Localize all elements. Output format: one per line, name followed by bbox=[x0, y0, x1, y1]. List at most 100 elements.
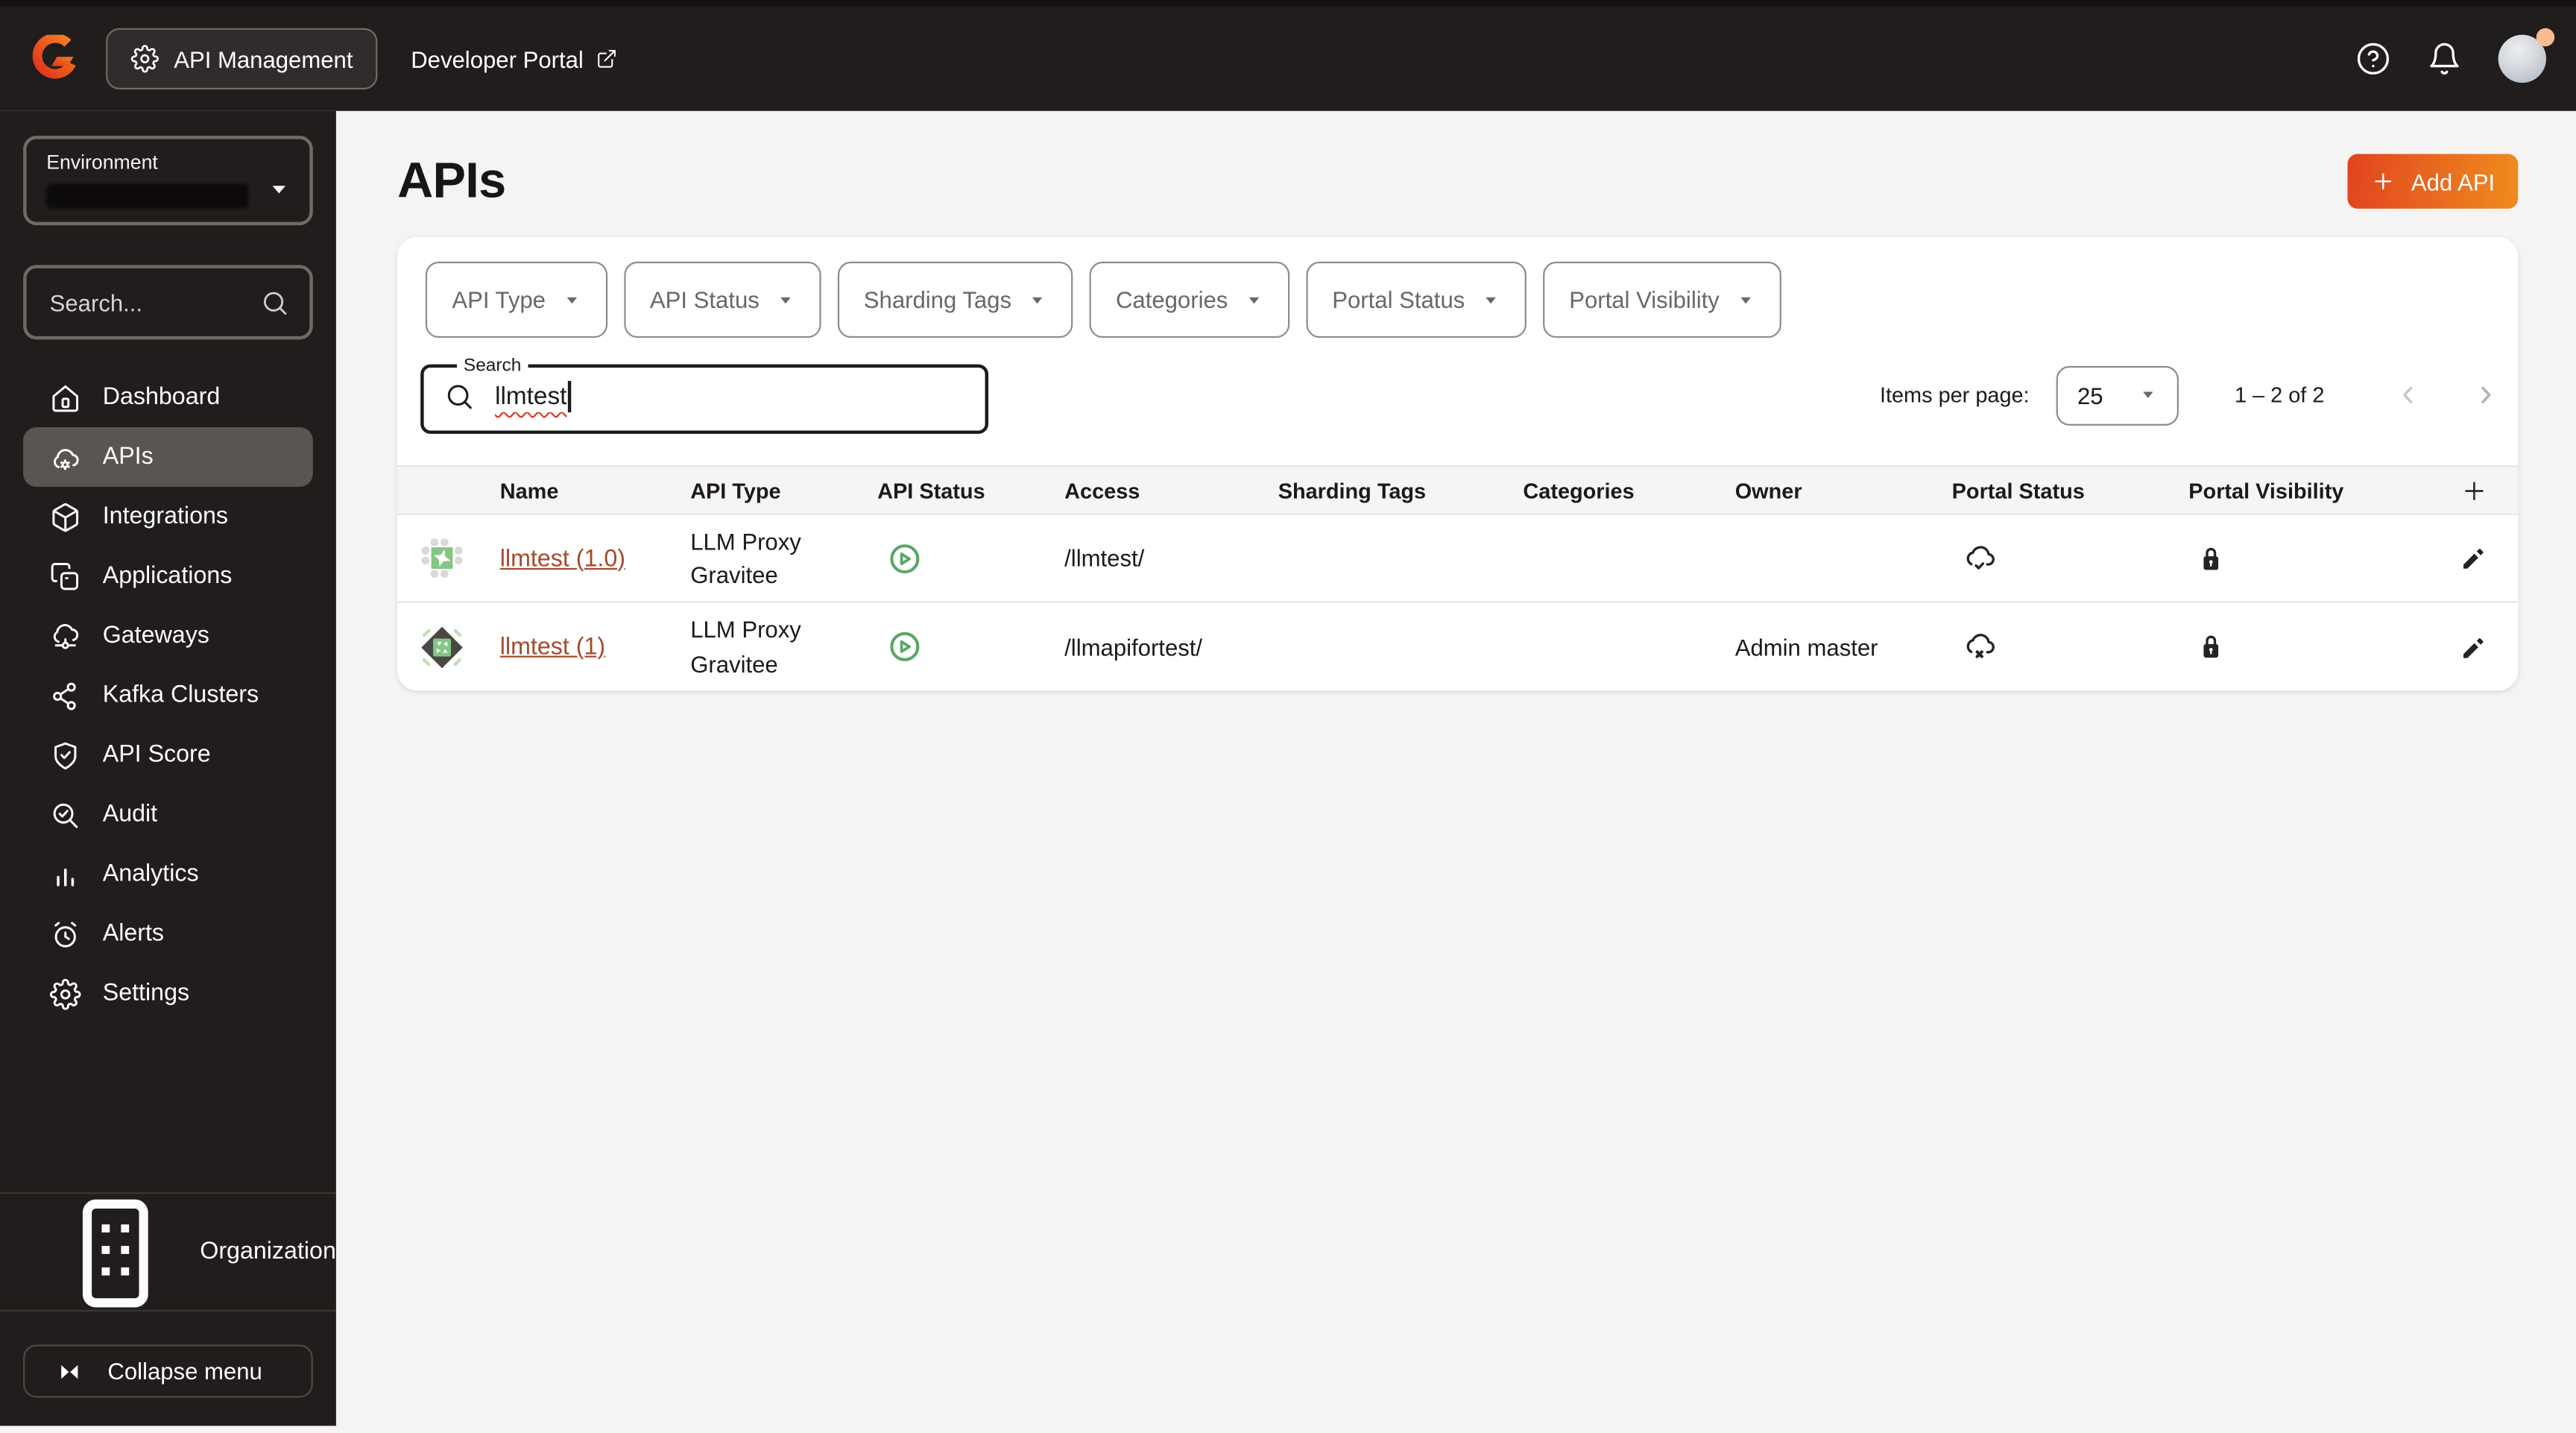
topbar-actions bbox=[2356, 28, 2555, 84]
sidebar-search-input[interactable] bbox=[46, 287, 247, 318]
api-picture-sparkle-icon bbox=[421, 538, 463, 578]
environment-selector[interactable]: Environment bbox=[23, 136, 313, 226]
sidebar-item-organization[interactable]: Organization bbox=[0, 1194, 336, 1310]
owner-cell: Admin master bbox=[1734, 633, 1878, 661]
filters-row: API Type API Status Sharding Tags Catego… bbox=[397, 237, 2518, 338]
sidebar-item-api-score[interactable]: API Score bbox=[23, 725, 313, 785]
collapse-arrows-icon bbox=[61, 1364, 78, 1379]
environment-value-redacted bbox=[46, 183, 249, 209]
filter-api-status[interactable]: API Status bbox=[623, 261, 821, 338]
previous-page-icon[interactable] bbox=[2394, 381, 2422, 409]
sidebar-item-label: Settings bbox=[102, 980, 190, 1007]
api-name-link[interactable]: llmtest (1.0) bbox=[500, 546, 625, 573]
sidebar-item-label: Audit bbox=[102, 801, 158, 828]
edit-pencil-icon[interactable] bbox=[2458, 632, 2488, 661]
search-check-icon bbox=[53, 802, 78, 828]
portal-visibility-lock-icon bbox=[2203, 547, 2219, 570]
add-column-icon[interactable] bbox=[2460, 476, 2489, 505]
topbar: API Management Developer Portal bbox=[0, 0, 2576, 111]
sidebar-item-analytics[interactable]: Analytics bbox=[23, 845, 313, 904]
api-type-cell: LLM Proxy Gravitee bbox=[690, 616, 801, 677]
organization-building-icon bbox=[82, 1198, 148, 1307]
kafka-nodes-icon bbox=[53, 681, 76, 710]
caret-down-icon bbox=[1248, 296, 1259, 303]
col-header-portal-visibility: Portal Visibility bbox=[2188, 477, 2344, 503]
gear-icon bbox=[49, 977, 81, 1010]
col-header-api-status: API Status bbox=[877, 477, 985, 503]
sidebar-item-label: Integrations bbox=[102, 503, 229, 530]
next-page-icon[interactable] bbox=[2472, 381, 2500, 409]
apps-copy-icon bbox=[51, 561, 79, 590]
apis-card: API Type API Status Sharding Tags Catego… bbox=[397, 236, 2519, 691]
col-header-categories: Categories bbox=[1523, 477, 1635, 503]
filter-portal-status[interactable]: Portal Status bbox=[1305, 261, 1527, 338]
developer-portal-link[interactable]: Developer Portal bbox=[411, 45, 618, 72]
api-status-started-icon bbox=[890, 543, 920, 573]
sidebar-item-label: Applications bbox=[102, 563, 233, 590]
caret-down-icon bbox=[566, 296, 577, 303]
filter-api-type[interactable]: API Type bbox=[425, 261, 607, 338]
portal-visibility-lock-icon bbox=[2203, 635, 2219, 658]
col-header-owner: Owner bbox=[1734, 477, 1802, 503]
sidebar-item-applications[interactable]: Applications bbox=[23, 547, 313, 606]
col-header-access: Access bbox=[1064, 477, 1140, 503]
caret-down-icon bbox=[1032, 296, 1043, 303]
sidebar-bottom: Organization Collapse menu bbox=[0, 1193, 336, 1426]
filter-portal-visibility[interactable]: Portal Visibility bbox=[1542, 261, 1781, 338]
developer-portal-label: Developer Portal bbox=[411, 45, 584, 72]
caret-down-icon bbox=[780, 296, 791, 303]
api-status-started-icon bbox=[890, 632, 920, 661]
sidebar-item-label: Alerts bbox=[102, 920, 165, 948]
sidebar-item-gateways[interactable]: Gateways bbox=[23, 606, 313, 666]
filter-sharding-tags[interactable]: Sharding Tags bbox=[837, 261, 1073, 338]
edit-pencil-icon[interactable] bbox=[2458, 544, 2488, 573]
filter-categories[interactable]: Categories bbox=[1089, 261, 1289, 338]
access-cell: /llmtest/ bbox=[1064, 544, 1145, 572]
portal-status-unpublished-cloud-x-icon bbox=[1966, 634, 1995, 658]
sidebar-item-label: Analytics bbox=[102, 860, 199, 888]
sidebar-item-label: Dashboard bbox=[102, 384, 221, 411]
main-content: APIs Add API API Type API Status Shardin… bbox=[336, 111, 2576, 1426]
app-window: API Management Developer Portal Environm… bbox=[0, 0, 2576, 1433]
api-type-cell: LLM Proxy Gravitee bbox=[690, 527, 801, 588]
pagination-range: 1 – 2 of 2 bbox=[2234, 382, 2325, 408]
home-icon bbox=[52, 384, 79, 412]
collapse-menu-button[interactable]: Collapse menu bbox=[23, 1345, 313, 1399]
sidebar-item-dashboard[interactable]: Dashboard bbox=[23, 368, 313, 427]
bar-chart-icon bbox=[57, 867, 75, 886]
access-cell: /llmapifortest/ bbox=[1064, 633, 1203, 661]
add-api-label: Add API bbox=[2411, 168, 2496, 195]
sidebar: Environment Dashboard bbox=[0, 110, 336, 1427]
api-name-link[interactable]: llmtest (1) bbox=[500, 634, 605, 661]
environment-label: Environment bbox=[46, 151, 158, 174]
sidebar-search[interactable] bbox=[23, 265, 313, 340]
sidebar-item-audit[interactable]: Audit bbox=[23, 785, 313, 845]
gear-icon bbox=[130, 45, 159, 73]
collapse-menu-label: Collapse menu bbox=[107, 1358, 262, 1385]
sidebar-item-alerts[interactable]: Alerts bbox=[23, 904, 313, 964]
sidebar-item-apis[interactable]: APIs bbox=[23, 427, 313, 488]
gravitee-logo bbox=[32, 34, 76, 78]
sidebar-item-integrations[interactable]: Integrations bbox=[23, 487, 313, 547]
notifications-bell-icon[interactable] bbox=[2427, 42, 2462, 77]
caret-down-icon bbox=[1740, 296, 1751, 303]
add-api-button[interactable]: Add API bbox=[2348, 154, 2519, 209]
search-input[interactable]: Search llmtest bbox=[420, 356, 988, 434]
items-per-page-select[interactable]: 25 bbox=[2056, 365, 2179, 425]
search-query-text: llmtest bbox=[495, 382, 567, 411]
sidebar-item-kafka-clusters[interactable]: Kafka Clusters bbox=[23, 666, 313, 725]
help-icon[interactable] bbox=[2356, 42, 2391, 77]
product-switcher-button[interactable]: API Management bbox=[106, 28, 378, 89]
page-title: APIs bbox=[397, 153, 506, 208]
search-icon bbox=[447, 385, 472, 409]
sidebar-item-label: APIs bbox=[102, 444, 154, 470]
external-link-icon bbox=[599, 49, 616, 68]
caret-down-icon bbox=[2142, 391, 2153, 399]
api-picture-diamond-icon bbox=[421, 626, 463, 668]
cloud-gateway-icon bbox=[53, 623, 79, 649]
sidebar-item-settings[interactable]: Settings bbox=[23, 964, 313, 1024]
user-menu[interactable] bbox=[2498, 28, 2555, 84]
shield-check-icon bbox=[54, 741, 77, 769]
chevron-down-icon bbox=[272, 186, 285, 194]
table-row: llmtest (1.0) LLM Proxy Gravitee /llmtes… bbox=[397, 514, 2519, 603]
